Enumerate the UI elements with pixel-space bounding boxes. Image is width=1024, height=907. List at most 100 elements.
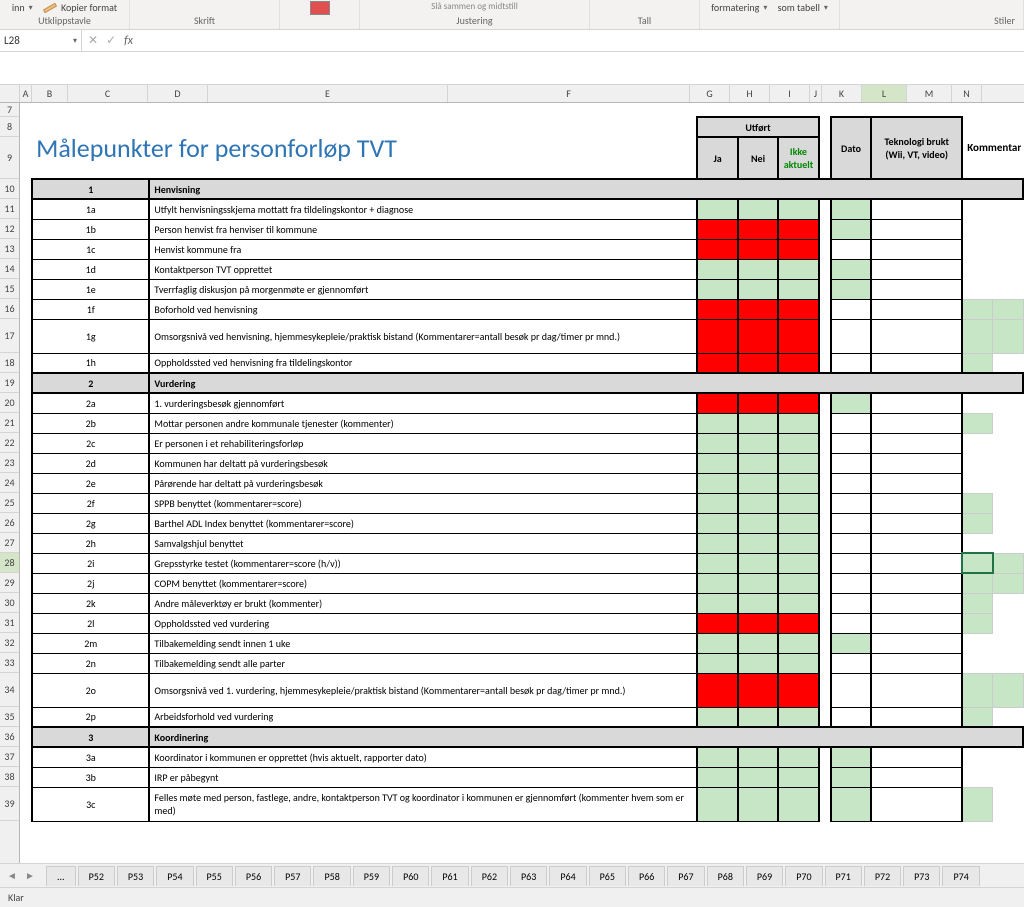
cell[interactable] [819,453,831,473]
row-23[interactable]: 23 [0,453,19,473]
cell-nei[interactable] [738,239,778,259]
cell-ja[interactable] [697,413,737,433]
cell[interactable] [819,787,831,821]
cell[interactable] [819,117,831,137]
cell-tek[interactable] [871,593,962,613]
cell-tek[interactable] [871,299,962,319]
cell-ja[interactable] [697,613,737,633]
cell[interactable] [962,393,1023,413]
cell[interactable] [20,673,32,707]
cell[interactable] [819,199,831,219]
col-N[interactable]: N [952,85,982,102]
cell[interactable] [819,279,831,299]
sheet-tab[interactable]: P54 [156,866,193,886]
cell-ja[interactable] [697,787,737,821]
cell-dato[interactable] [831,219,871,239]
cell-ja[interactable] [697,533,737,553]
cell-tek[interactable] [871,259,962,279]
cell[interactable] [819,533,831,553]
select-all[interactable] [0,85,20,102]
cell-ikke[interactable] [778,673,818,707]
cell-ja[interactable] [697,673,737,707]
sheet-tab[interactable]: P63 [510,866,547,886]
cell-dato[interactable] [831,767,871,787]
cell[interactable] [819,259,831,279]
cell[interactable] [819,767,831,787]
cell[interactable] [819,137,831,179]
cell[interactable] [20,493,32,513]
cell-ikke[interactable] [778,259,818,279]
sheet-tab[interactable]: P59 [353,866,390,886]
cell-ikke[interactable] [778,433,818,453]
cell[interactable] [993,513,1023,533]
sheet-tab[interactable]: P70 [785,866,822,886]
col-D[interactable]: D [148,85,208,102]
cell[interactable] [819,219,831,239]
cell-kom-l[interactable] [962,493,992,513]
cond-format-button[interactable]: formatering [711,1,759,14]
cell[interactable] [20,747,32,767]
row-34[interactable]: 34 [0,673,19,707]
cell[interactable] [962,199,1023,219]
cell-ja[interactable] [697,239,737,259]
row-17[interactable]: 17 [0,319,19,353]
cell-kom-l[interactable] [962,707,992,727]
cell-nei[interactable] [738,553,778,573]
cell[interactable] [993,413,1023,433]
cell-dato[interactable] [831,553,871,573]
sheet-tab[interactable]: P65 [589,866,626,886]
cell-dato[interactable] [831,473,871,493]
cell-kom-m[interactable] [993,673,1023,707]
cell-kom-l[interactable] [962,513,992,533]
cell-kom-m[interactable] [993,553,1023,573]
cell-dato[interactable] [831,613,871,633]
tab-nav-next-icon[interactable]: ► [22,868,38,884]
cell-ja[interactable] [697,707,737,727]
sheet-tab[interactable]: P68 [707,866,744,886]
cell-ikke[interactable] [778,533,818,553]
col-E[interactable]: E [208,85,448,102]
col-J[interactable]: J [810,85,822,102]
cell-tek[interactable] [871,453,962,473]
cell-ikke[interactable] [778,473,818,493]
fill-color-icon[interactable] [310,1,330,15]
row-19[interactable]: 19 [0,373,19,393]
cell-ikke[interactable] [778,747,818,767]
cell-nei[interactable] [738,299,778,319]
cell-tek[interactable] [871,413,962,433]
cell[interactable] [962,219,1023,239]
cell[interactable] [993,613,1023,633]
cell[interactable] [20,279,32,299]
col-K[interactable]: K [822,85,862,102]
cell[interactable] [20,137,32,179]
cell-tek[interactable] [871,219,962,239]
cell-tek[interactable] [871,613,962,633]
sheet-tab[interactable]: P62 [471,866,508,886]
sheet-tab[interactable]: P53 [117,866,154,886]
cell[interactable] [962,259,1023,279]
cell-nei[interactable] [738,767,778,787]
col-C[interactable]: C [68,85,148,102]
row-10[interactable]: 10 [0,179,19,199]
cell-tek[interactable] [871,787,962,821]
cell-nei[interactable] [738,433,778,453]
cell-kom-l[interactable] [962,673,992,707]
cell-ja[interactable] [697,393,737,413]
cell-kom-m[interactable] [993,573,1023,593]
cell-ikke[interactable] [778,573,818,593]
cell[interactable] [962,473,1023,493]
cell-dato[interactable] [831,433,871,453]
cell[interactable] [20,433,32,453]
cell[interactable] [993,353,1023,373]
sheet-tab[interactable]: P61 [431,866,468,886]
cell-kom-l[interactable] [962,593,992,613]
col-A[interactable]: A [20,85,32,102]
cell-ja[interactable] [697,259,737,279]
cell-ja[interactable] [697,199,737,219]
col-H[interactable]: H [730,85,770,102]
cell-tek[interactable] [871,747,962,767]
cell-dato[interactable] [831,747,871,767]
col-I[interactable]: I [770,85,810,102]
cell[interactable] [962,653,1023,673]
row-8[interactable]: 8 [0,117,19,137]
